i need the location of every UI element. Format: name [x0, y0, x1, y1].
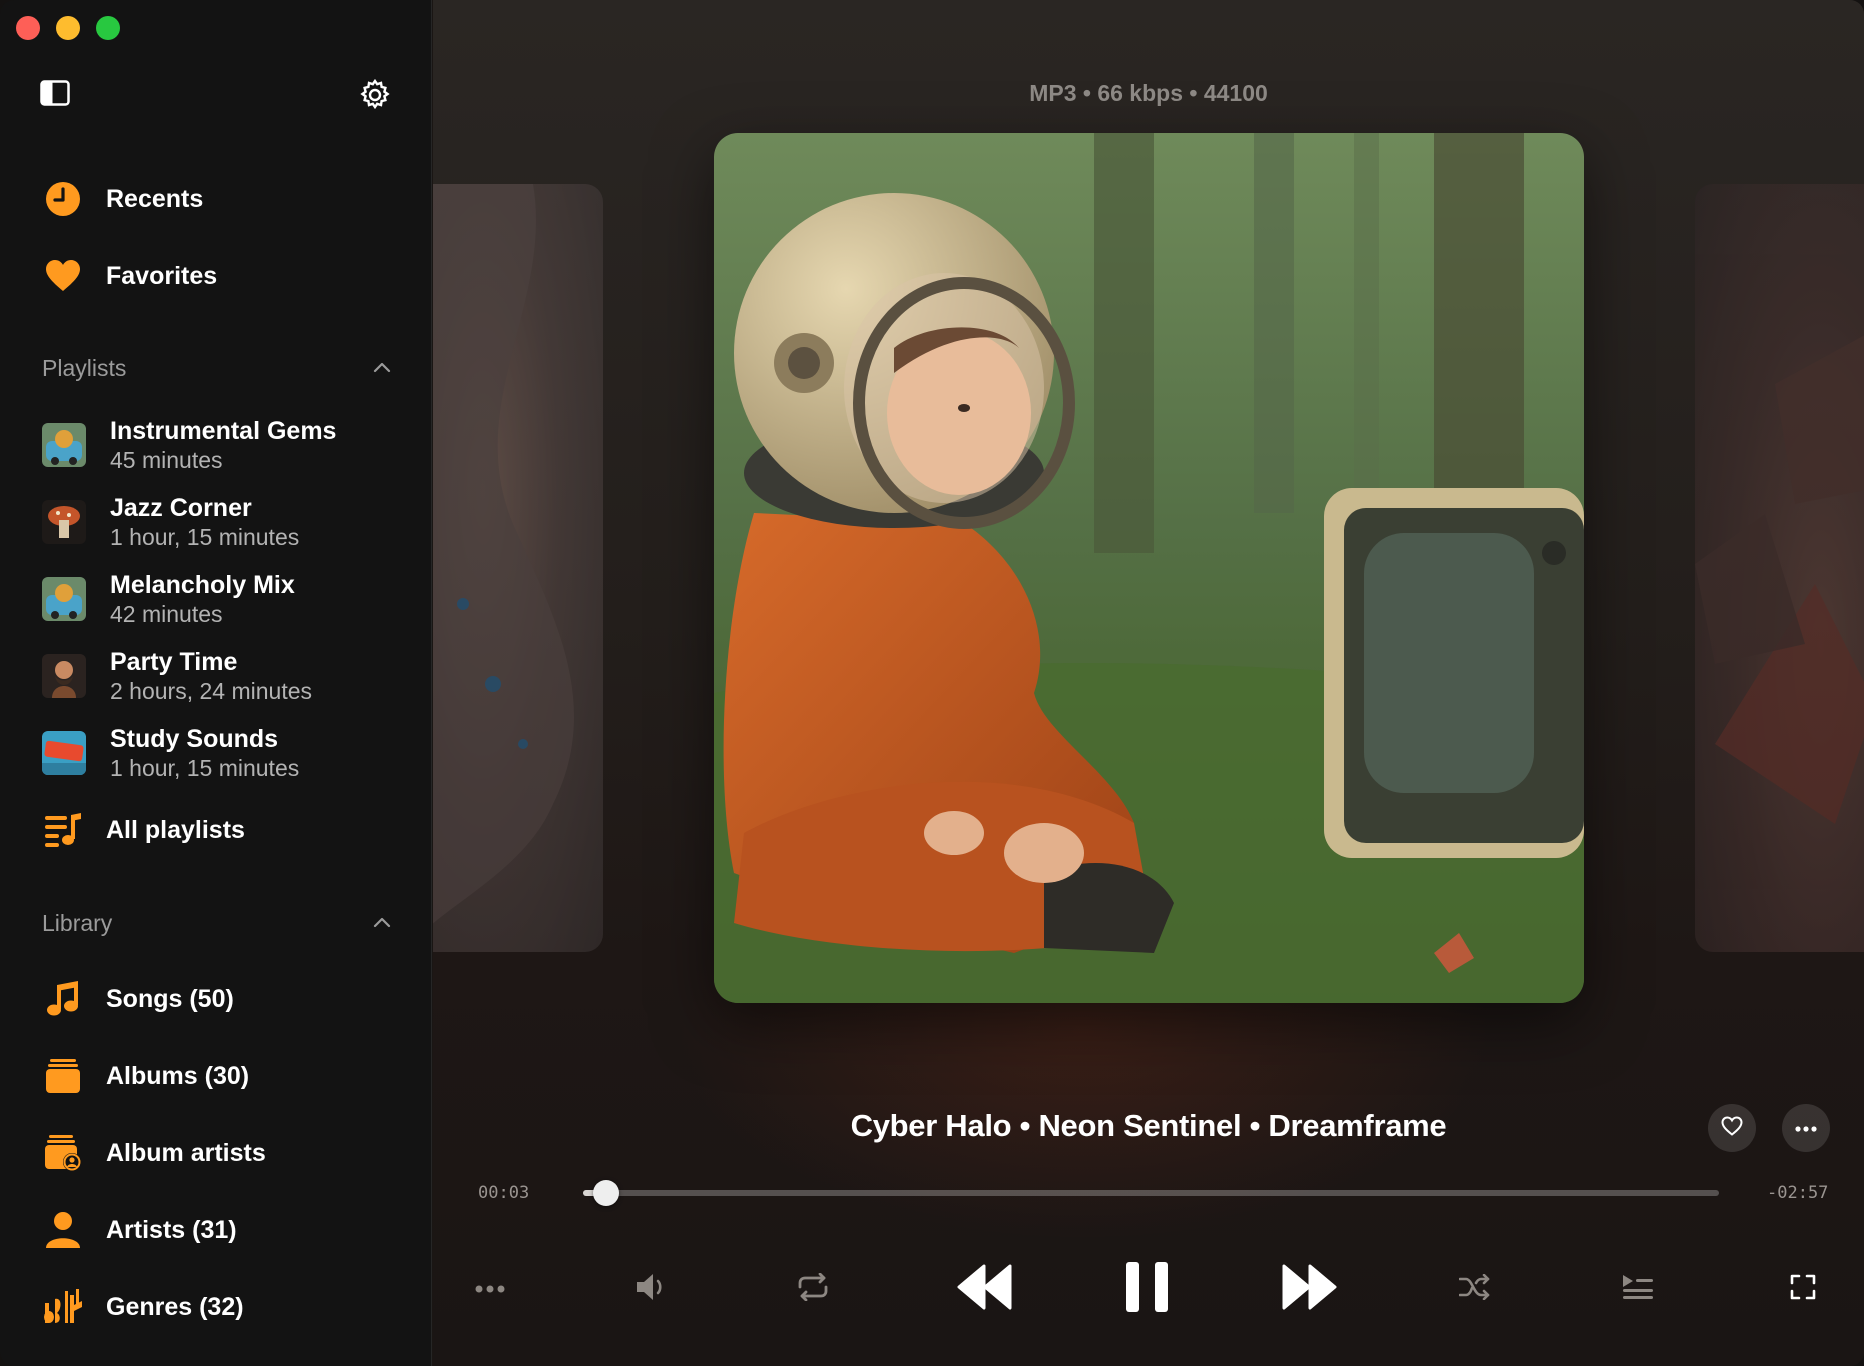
- pause-icon: [1124, 1260, 1170, 1319]
- zoom-window-button[interactable]: [96, 16, 120, 40]
- playlist-thumbnail: [42, 423, 86, 467]
- next-track-button[interactable]: [1271, 1262, 1347, 1316]
- person-icon: [42, 1209, 84, 1251]
- next-album-art[interactable]: [1695, 184, 1864, 952]
- music-note-icon: [42, 978, 84, 1020]
- sidebar-item-label: Albums (30): [106, 1061, 250, 1090]
- shuffle-button[interactable]: [1445, 1262, 1505, 1316]
- playlist-thumbnail: [42, 731, 86, 775]
- playlist-item[interactable]: Party Time 2 hours, 24 minutes: [42, 644, 412, 708]
- close-window-button[interactable]: [16, 16, 40, 40]
- queue-icon: [1622, 1274, 1654, 1305]
- window-controls: [16, 16, 120, 40]
- fullscreen-icon: [1790, 1274, 1816, 1305]
- playlist-duration: 42 minutes: [110, 601, 223, 627]
- playlist-name: Jazz Corner: [110, 494, 252, 522]
- more-icon: [1795, 1119, 1817, 1137]
- playlist-thumbnail: [42, 654, 86, 698]
- track-title: Cyber Halo • Neon Sentinel • Dreamframe: [850, 1108, 1447, 1143]
- playlist-name: Melancholy Mix: [110, 571, 295, 599]
- playlist-thumbnail: [42, 500, 86, 544]
- sidebar-icon[interactable]: [40, 80, 70, 106]
- albums-icon: [42, 1055, 84, 1097]
- previous-track-button[interactable]: [947, 1262, 1023, 1316]
- playlist-name: Study Sounds: [110, 725, 279, 753]
- sidebar: Recents Favorites Playlists Instrumental…: [0, 0, 432, 1366]
- playlist-item[interactable]: Melancholy Mix 42 minutes: [42, 567, 412, 631]
- progress-knob[interactable]: [592, 1180, 619, 1206]
- playlists-section-header[interactable]: Playlists: [42, 351, 392, 385]
- progress-bar[interactable]: [583, 1180, 1719, 1206]
- app-window: Recents Favorites Playlists Instrumental…: [0, 0, 1864, 1366]
- library-section-header[interactable]: Library: [42, 906, 392, 940]
- previous-album-art[interactable]: [433, 184, 603, 952]
- shuffle-icon: [1458, 1273, 1491, 1305]
- minimize-window-button[interactable]: [56, 16, 80, 40]
- sidebar-item-favorites[interactable]: Favorites: [42, 252, 402, 300]
- playlist-duration: 1 hour, 15 minutes: [110, 524, 300, 550]
- track-options-button[interactable]: [1782, 1104, 1830, 1152]
- playlist-item[interactable]: Jazz Corner 1 hour, 15 minutes: [42, 490, 412, 554]
- playlists-header-label: Playlists: [42, 354, 127, 381]
- sidebar-item-album-artists[interactable]: Album artists: [42, 1129, 402, 1177]
- playlist-duration: 45 minutes: [110, 447, 223, 473]
- elapsed-time: 00:03: [478, 1183, 530, 1203]
- repeat-button[interactable]: [783, 1262, 843, 1316]
- sidebar-item-label: All playlists: [106, 815, 245, 844]
- previous-icon: [957, 1264, 1013, 1315]
- audio-format-info: MP3 • 66 kbps • 44100: [1029, 80, 1268, 106]
- playlist-item[interactable]: Instrumental Gems 45 minutes: [42, 413, 412, 477]
- playlist-duration: 2 hours, 24 minutes: [110, 678, 313, 704]
- playlist-duration: 1 hour, 15 minutes: [110, 755, 300, 781]
- sidebar-item-label: Artists (31): [106, 1215, 237, 1244]
- heart-icon: [42, 255, 84, 297]
- playlist-icon: [42, 809, 84, 851]
- sidebar-item-artists[interactable]: Artists (31): [42, 1206, 402, 1254]
- heart-outline-icon: [1721, 1115, 1743, 1141]
- fullscreen-button[interactable]: [1773, 1262, 1833, 1316]
- album-cover-art: [714, 133, 1584, 1003]
- now-playing-view: MP3 • 66 kbps • 44100 Cyber Halo • Neon …: [433, 0, 1864, 1366]
- sidebar-item-label: Songs (50): [106, 984, 234, 1013]
- queue-button[interactable]: [1608, 1262, 1668, 1316]
- repeat-icon: [796, 1272, 830, 1306]
- playlist-name: Instrumental Gems: [110, 417, 337, 445]
- gear-icon[interactable]: [358, 78, 392, 112]
- play-pause-button[interactable]: [1109, 1260, 1185, 1319]
- next-icon: [1281, 1264, 1337, 1315]
- sidebar-item-albums[interactable]: Albums (30): [42, 1052, 402, 1100]
- sidebar-item-genres[interactable]: Genres (32): [42, 1283, 402, 1331]
- volume-icon: [635, 1272, 667, 1307]
- sidebar-item-recents[interactable]: Recents: [42, 175, 402, 223]
- sidebar-item-all-playlists[interactable]: All playlists: [42, 806, 402, 854]
- chevron-up-icon[interactable]: [372, 358, 392, 378]
- sidebar-item-label: Favorites: [106, 261, 218, 290]
- playlist-name: Party Time: [110, 648, 238, 676]
- volume-button[interactable]: [621, 1262, 681, 1316]
- playlist-thumbnail: [42, 577, 86, 621]
- sidebar-item-label: Genres (32): [106, 1292, 244, 1321]
- library-header-label: Library: [42, 909, 113, 936]
- album-artists-icon: [42, 1132, 84, 1174]
- clock-icon: [42, 178, 84, 220]
- more-options-button[interactable]: [463, 1262, 517, 1316]
- sidebar-item-songs[interactable]: Songs (50): [42, 975, 402, 1023]
- favorite-button[interactable]: [1708, 1104, 1756, 1152]
- sidebar-item-label: Recents: [106, 184, 204, 213]
- more-icon: [475, 1280, 505, 1298]
- remaining-time: -02:57: [1767, 1183, 1829, 1203]
- chevron-up-icon[interactable]: [372, 913, 392, 933]
- playlist-item[interactable]: Study Sounds 1 hour, 15 minutes: [42, 721, 412, 785]
- genres-icon: [42, 1286, 84, 1328]
- sidebar-item-label: Album artists: [106, 1138, 266, 1167]
